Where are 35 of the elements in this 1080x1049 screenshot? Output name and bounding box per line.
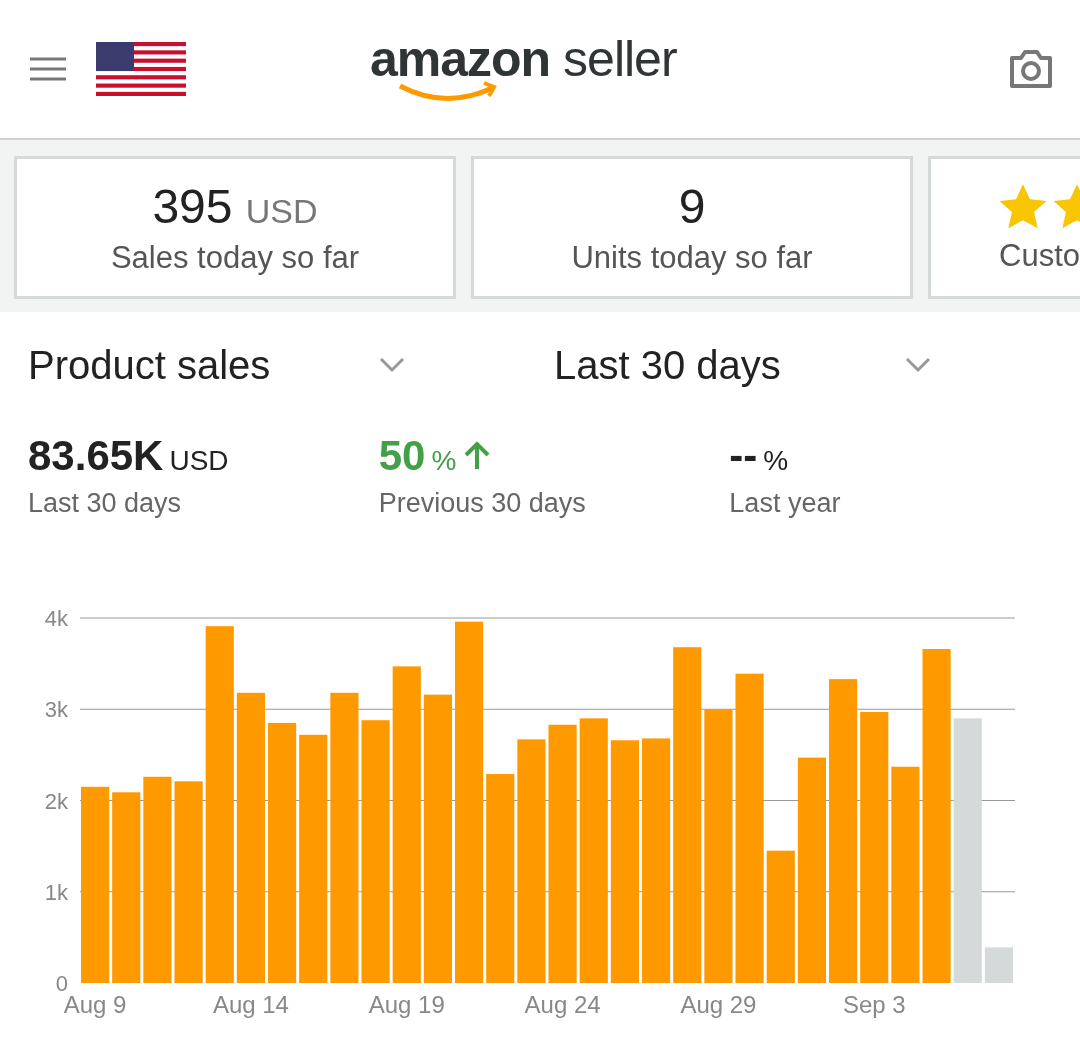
- card-value: 9: [678, 179, 706, 234]
- metric-value: 83.65K: [28, 432, 164, 480]
- chevron-down-icon[interactable]: [904, 356, 932, 374]
- metric-label: Last 30 days: [28, 488, 183, 519]
- star-icon: [999, 182, 1047, 231]
- card-label: Units today so far: [571, 240, 813, 276]
- y-axis-label: 3k: [44, 697, 68, 723]
- summary-card[interactable]: 395 USD Sales today so far: [14, 156, 456, 299]
- x-axis-label: Aug 19: [368, 991, 445, 1018]
- card-label: Custo: [999, 237, 1080, 274]
- menu-icon[interactable]: [30, 56, 66, 82]
- y-axis-label: 4k: [44, 606, 68, 631]
- y-axis-label: 1k: [44, 879, 68, 905]
- logo: amazon seller: [370, 30, 677, 106]
- summary-card[interactable]: 9 Units today so far: [471, 156, 913, 299]
- summary-card[interactable]: Custo: [928, 156, 1080, 299]
- card-value: 395 USD: [152, 179, 318, 234]
- metric-unit: %: [763, 445, 789, 477]
- camera-icon[interactable]: [1008, 48, 1054, 90]
- metric-unit: %: [431, 445, 457, 477]
- flag-icon[interactable]: [96, 42, 186, 96]
- chevron-down-icon[interactable]: [378, 356, 406, 374]
- card-label: Sales today so far: [110, 240, 360, 276]
- x-axis-label: Sep 3: [842, 991, 906, 1018]
- metric-label: Previous 30 days: [378, 488, 587, 519]
- dropdown-label[interactable]: Product sales: [28, 342, 378, 388]
- metric-label: Last year: [729, 488, 842, 519]
- metric-value: 50: [378, 432, 426, 480]
- y-axis-label: 2k: [44, 788, 68, 814]
- x-axis-label: Aug 29: [680, 991, 757, 1018]
- metric-unit: USD: [169, 445, 229, 477]
- x-axis-label: Aug 24: [524, 991, 601, 1018]
- x-axis-label: Aug 14: [212, 991, 289, 1018]
- metric-value: --: [729, 432, 758, 480]
- dropdown-label[interactable]: Last 30 days: [554, 342, 904, 388]
